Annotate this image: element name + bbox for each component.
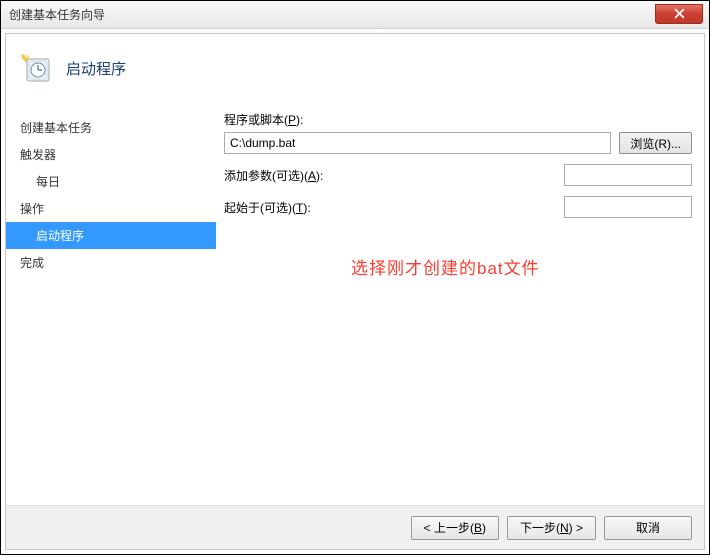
startin-label: 起始于(可选)(T): [224,199,334,216]
startin-row: 起始于(可选)(T): [224,196,692,218]
arguments-row: 添加参数(可选)(A): [224,164,692,186]
main-form: 程序或脚本(P): 浏览(R)... 添加参数(可选)(A): 起始于(可选)(… [216,114,704,505]
close-button[interactable] [655,4,703,24]
annotation-text: 选择刚才创建的bat文件 [351,254,540,279]
browse-button[interactable]: 浏览(R)... [619,132,692,154]
page-title: 启动程序 [66,58,126,79]
wizard-icon [20,52,52,84]
program-label-row: 程序或脚本(P): [224,111,692,128]
wizard-window: 创建基本任务向导 启动程序 [0,0,710,555]
sidebar-item-start-program[interactable]: 启动程序 [6,222,216,249]
arguments-input[interactable] [564,164,692,186]
close-icon [674,8,685,19]
titlebar: 创建基本任务向导 [1,1,709,29]
wizard-footer: < 上一步(B) 下一步(N) > 取消 [6,505,704,549]
program-input-row: 浏览(R)... [224,132,692,154]
program-script-input[interactable] [224,132,611,154]
next-button[interactable]: 下一步(N) > [507,516,596,540]
sidebar: 创建基本任务 触发器 每日 操作 启动程序 完成 [6,114,216,505]
startin-input[interactable] [564,196,692,218]
window-title: 创建基本任务向导 [9,6,105,23]
wizard-header: 启动程序 [6,34,704,114]
sidebar-item-daily[interactable]: 每日 [6,168,216,195]
sidebar-item-create-task[interactable]: 创建基本任务 [6,114,216,141]
sidebar-item-action[interactable]: 操作 [6,195,216,222]
back-button[interactable]: < 上一步(B) [411,516,499,540]
sidebar-item-finish[interactable]: 完成 [6,249,216,276]
cancel-button[interactable]: 取消 [604,516,692,540]
content-panel: 启动程序 创建基本任务 触发器 每日 操作 启动程序 完成 程序或脚本(P): … [5,33,705,550]
sidebar-item-trigger[interactable]: 触发器 [6,141,216,168]
wizard-body: 创建基本任务 触发器 每日 操作 启动程序 完成 程序或脚本(P): 浏览(R)… [6,114,704,505]
program-script-label: 程序或脚本(P): [224,111,334,128]
arguments-label: 添加参数(可选)(A): [224,167,334,184]
